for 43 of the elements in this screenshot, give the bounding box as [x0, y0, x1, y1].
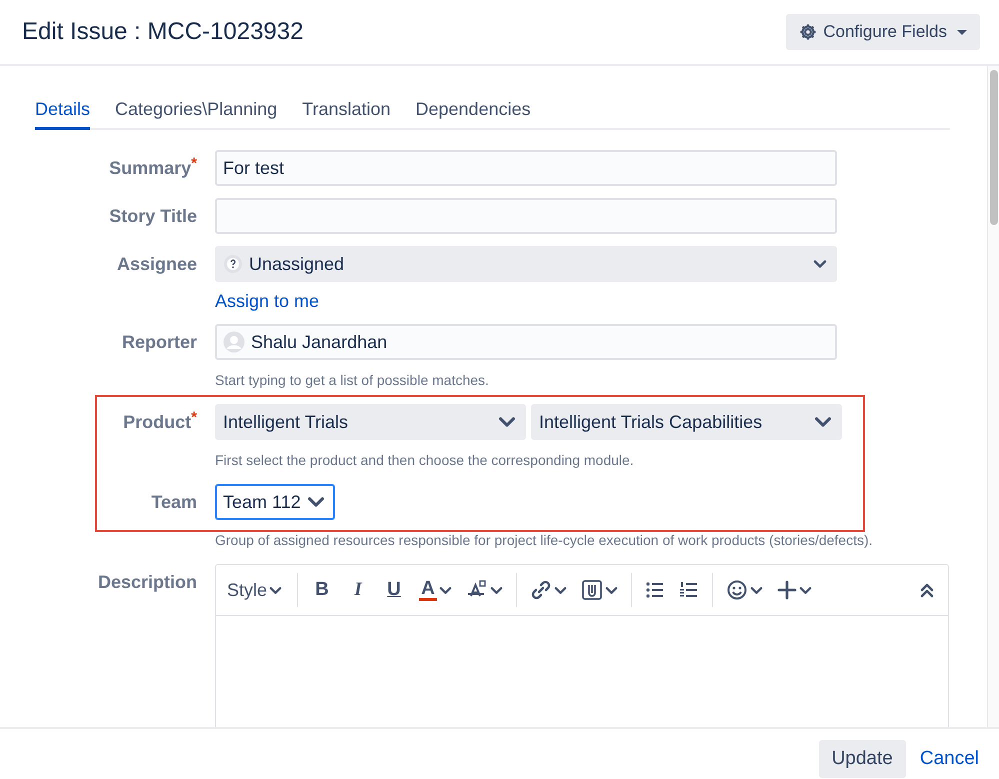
field-hint: First select the product and then choose the corresponding module. [215, 451, 634, 469]
tab[interactable]: Categories\Planning [115, 99, 278, 130]
tab[interactable]: Details [35, 99, 90, 130]
field-label: Product* [122, 408, 197, 434]
attachment-icon [581, 579, 604, 601]
link-icon [530, 579, 552, 601]
user-avatar-icon [223, 331, 245, 353]
text-field[interactable]: For test [215, 150, 837, 186]
tab[interactable]: Translation [302, 99, 391, 130]
select-dropdown[interactable]: Team 112 [215, 484, 335, 520]
field-label: Story Title [108, 205, 197, 228]
select-dropdown[interactable]: Intelligent Trials Capabilities [531, 404, 842, 440]
field-label: Description [96, 571, 197, 594]
caret-icon [957, 30, 967, 34]
cancel-link[interactable]: Cancel [920, 748, 979, 770]
window-title: Edit Issue : MCC-1023932 [22, 18, 304, 46]
field-hint: Group of assigned resources responsible for project life-cycle execution of work products (stories/defects). [215, 531, 873, 549]
text-color-button[interactable]: A [414, 574, 458, 606]
bold-button[interactable]: B [306, 574, 338, 606]
field-label: Reporter [120, 331, 197, 354]
tab[interactable]: Dependencies [416, 99, 531, 130]
double-chevron-up-icon [919, 582, 935, 598]
emoji-icon [726, 579, 748, 601]
field-label: Assignee [116, 253, 197, 276]
plus-icon [777, 580, 798, 600]
assign-to-me-link[interactable]: Assign to me [215, 291, 320, 312]
assignee-dropdown[interactable]: Unassigned [215, 246, 837, 282]
field-label: Team [150, 491, 197, 514]
underline-button[interactable]: U [378, 574, 410, 606]
text-field[interactable] [215, 198, 837, 234]
italic-button[interactable]: I [342, 574, 374, 606]
settings-icon [799, 23, 818, 41]
configure-fields-button[interactable]: Configure Fields [786, 14, 980, 50]
field-label: Summary* [108, 154, 197, 180]
scrollbar-thumb[interactable] [990, 70, 998, 225]
bullet-list-icon [645, 580, 666, 600]
user-picker-field[interactable]: Shalu Janardhan [215, 324, 837, 360]
field-hint: Start typing to get a list of possible matches. [215, 371, 489, 389]
update-button[interactable]: Update [818, 740, 906, 778]
style-dropdown[interactable]: Style [222, 574, 288, 606]
select-dropdown[interactable]: Intelligent Trials [215, 404, 526, 440]
numbered-list-icon [679, 580, 700, 600]
unknown-user-icon [223, 254, 243, 274]
